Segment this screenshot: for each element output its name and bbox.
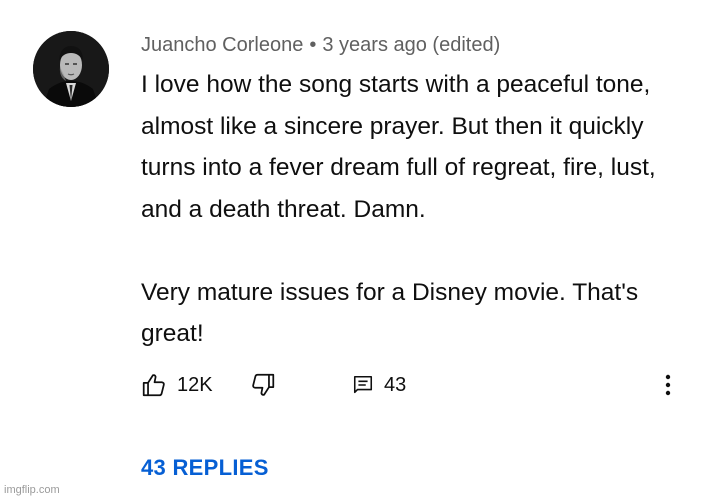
- dislike-button[interactable]: [250, 368, 276, 402]
- avatar[interactable]: [33, 31, 109, 107]
- comment-timestamp[interactable]: 3 years ago (edited): [322, 34, 500, 56]
- reply-count: 43: [384, 373, 407, 396]
- author-name[interactable]: Juancho Corleone: [141, 34, 303, 56]
- comment-actions: 12K 43: [141, 368, 686, 402]
- reply-button[interactable]: 43: [352, 368, 406, 402]
- view-replies-button[interactable]: 43 REPLIES: [141, 455, 269, 481]
- comment-icon: [353, 375, 373, 394]
- comment-meta: Juancho Corleone • 3 years ago (edited): [141, 32, 500, 58]
- watermark: imgflip.com: [4, 484, 60, 496]
- comment-paragraph: Very mature issues for a Disney movie. T…: [141, 278, 639, 348]
- like-count: 12K: [177, 373, 213, 396]
- thumbs-up-icon: [142, 374, 165, 397]
- like-button[interactable]: 12K: [141, 368, 213, 402]
- comment-body: I love how the song starts with a peacef…: [141, 64, 686, 355]
- comment-paragraph: I love how the song starts with a peacef…: [141, 71, 656, 223]
- more-vertical-icon: [665, 374, 671, 396]
- avatar-image: [33, 31, 109, 107]
- thumbs-down-icon: [252, 373, 275, 396]
- more-actions-button[interactable]: [658, 368, 678, 402]
- meta-separator: •: [309, 34, 317, 56]
